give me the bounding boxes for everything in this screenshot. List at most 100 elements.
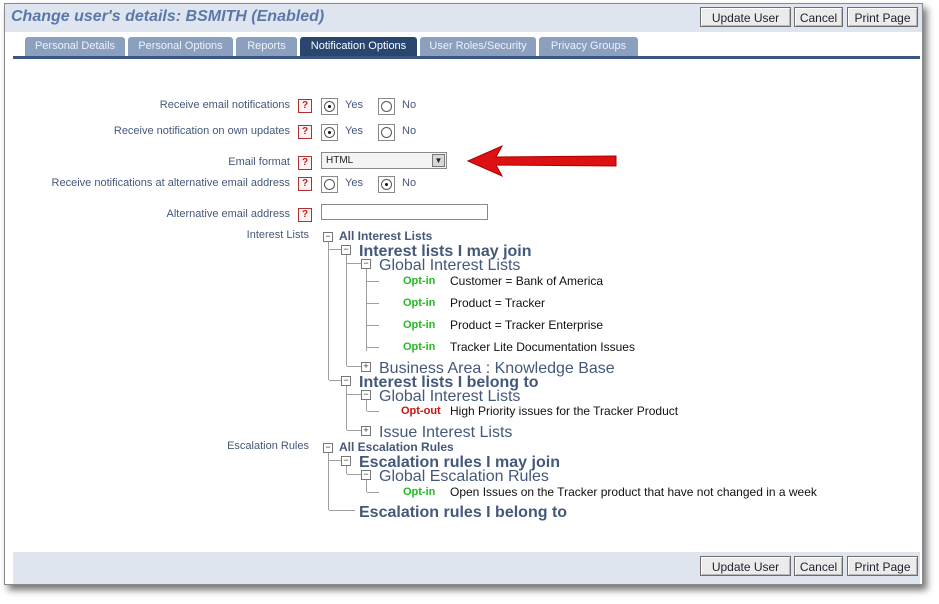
collapse-icon[interactable]: − [341, 456, 351, 466]
title-bar: Change user's details: BSMITH (Enabled) … [5, 4, 922, 32]
alt-address-yes-radio[interactable] [321, 176, 338, 193]
help-icon[interactable]: ? [298, 156, 312, 170]
email-format-value: HTML [326, 155, 354, 166]
help-icon[interactable]: ? [298, 99, 312, 113]
tab-notification-options[interactable]: Notification Options [300, 37, 417, 56]
escalation-rules-label: Escalation Rules [227, 440, 309, 452]
collapse-icon[interactable]: − [361, 259, 371, 269]
tree-line [366, 400, 367, 411]
tab-personal-options[interactable]: Personal Options [128, 37, 233, 56]
tree-line [367, 281, 379, 282]
own-updates-no-radio[interactable] [378, 124, 395, 141]
own-updates-label: Receive notification on own updates [113, 125, 290, 137]
tree-node-global-escalation-rules[interactable]: Global Escalation Rules [379, 468, 549, 486]
tree-line [367, 347, 379, 348]
email-format-select[interactable]: HTML ▼ [321, 152, 447, 169]
alt-email-label: Alternative email address [166, 208, 290, 220]
collapse-icon[interactable]: − [361, 470, 371, 480]
tree-line [367, 325, 379, 326]
alt-address-no-radio[interactable] [378, 176, 395, 193]
help-icon[interactable]: ? [298, 177, 312, 191]
collapse-icon[interactable]: − [323, 443, 333, 453]
update-user-button-footer[interactable]: Update User [700, 556, 791, 576]
help-icon[interactable]: ? [298, 125, 312, 139]
tab-privacy-groups[interactable]: Privacy Groups [539, 37, 638, 56]
tree-node-escalation-belong-to[interactable]: Escalation rules I belong to [359, 504, 567, 522]
print-page-button-footer[interactable]: Print Page [847, 556, 918, 576]
expand-icon[interactable]: + [361, 362, 371, 372]
email-notifications-label: Receive email notifications [159, 99, 290, 111]
cancel-button[interactable]: Cancel [794, 7, 843, 27]
opt-in-status[interactable]: Opt-in [403, 297, 435, 309]
opt-out-status[interactable]: Opt-out [401, 405, 441, 417]
yes-label: Yes [345, 177, 363, 189]
opt-in-status[interactable]: Opt-in [403, 275, 435, 287]
no-label: No [402, 125, 417, 137]
tree-line [366, 480, 367, 492]
tab-underline [13, 56, 920, 59]
tab-reports[interactable]: Reports [236, 37, 297, 56]
no-label: No [402, 99, 417, 111]
tree-line [329, 249, 341, 250]
tree-line [347, 263, 361, 264]
tree-line [328, 453, 329, 510]
radio-selected-dot [385, 183, 388, 186]
tree-line [346, 386, 347, 430]
red-arrow-annotation [466, 144, 617, 178]
cancel-button-footer[interactable]: Cancel [794, 556, 843, 576]
radio-ring-icon [381, 101, 392, 112]
interest-list-item: High Priority issues for the Tracker Pro… [450, 404, 679, 418]
tree-node-all-interest-lists[interactable]: All Interest Lists [339, 229, 432, 243]
collapse-icon[interactable]: − [361, 390, 371, 400]
tree-line [346, 255, 347, 366]
email-notifications-yes-radio[interactable] [321, 98, 338, 115]
alt-address-notifications-label: Receive notifications at alternative ema… [51, 177, 290, 189]
email-format-label: Email format [228, 156, 290, 168]
own-updates-yes-radio[interactable] [321, 124, 338, 141]
page-title: Change user's details: BSMITH (Enabled) [11, 8, 325, 25]
tab-personal-details[interactable]: Personal Details [25, 37, 125, 56]
tree-line [347, 474, 361, 475]
tree-node-all-escalation-rules[interactable]: All Escalation Rules [339, 440, 454, 454]
tree-line [367, 303, 379, 304]
yes-label: Yes [345, 125, 363, 137]
tree-line [346, 466, 347, 474]
collapse-icon[interactable]: − [323, 232, 333, 242]
escalation-rule-item: Open Issues on the Tracker product that … [450, 485, 817, 499]
interest-list-item: Customer = Bank of America [450, 274, 604, 288]
tree-line [367, 411, 379, 412]
opt-in-status[interactable]: Opt-in [403, 486, 435, 498]
tree-line [367, 492, 379, 493]
collapse-icon[interactable]: − [341, 376, 351, 386]
no-label: No [402, 177, 417, 189]
radio-ring-icon [324, 101, 335, 112]
tree-line [329, 380, 341, 381]
update-user-button[interactable]: Update User [700, 7, 791, 27]
alt-email-input[interactable] [321, 204, 488, 220]
tab-user-roles-security[interactable]: User Roles/Security [420, 37, 536, 56]
tree-line [347, 366, 361, 367]
expand-icon[interactable]: + [361, 426, 371, 436]
app-window: Change user's details: BSMITH (Enabled) … [4, 3, 923, 585]
tree-line [329, 460, 341, 461]
collapse-icon[interactable]: − [341, 245, 351, 255]
tree-line [347, 430, 361, 431]
email-notifications-no-radio[interactable] [378, 98, 395, 115]
help-icon[interactable]: ? [298, 208, 312, 222]
chevron-down-icon[interactable]: ▼ [432, 154, 445, 167]
opt-in-status[interactable]: Opt-in [403, 319, 435, 331]
radio-ring-icon [324, 127, 335, 138]
radio-ring-icon [381, 179, 392, 190]
interest-lists-label: Interest Lists [246, 229, 309, 241]
tree-line [329, 510, 355, 511]
yes-label: Yes [345, 99, 363, 111]
interest-list-item: Tracker Lite Documentation Issues [450, 340, 635, 354]
tree-node-global-interest-lists[interactable]: Global Interest Lists [379, 257, 520, 275]
opt-in-status[interactable]: Opt-in [403, 341, 435, 353]
tree-line [347, 394, 361, 395]
interest-list-item: Product = Tracker [450, 296, 546, 310]
print-page-button[interactable]: Print Page [847, 7, 918, 27]
interest-list-item: Product = Tracker Enterprise [450, 318, 604, 332]
radio-ring-icon [324, 179, 335, 190]
radio-ring-icon [381, 127, 392, 138]
